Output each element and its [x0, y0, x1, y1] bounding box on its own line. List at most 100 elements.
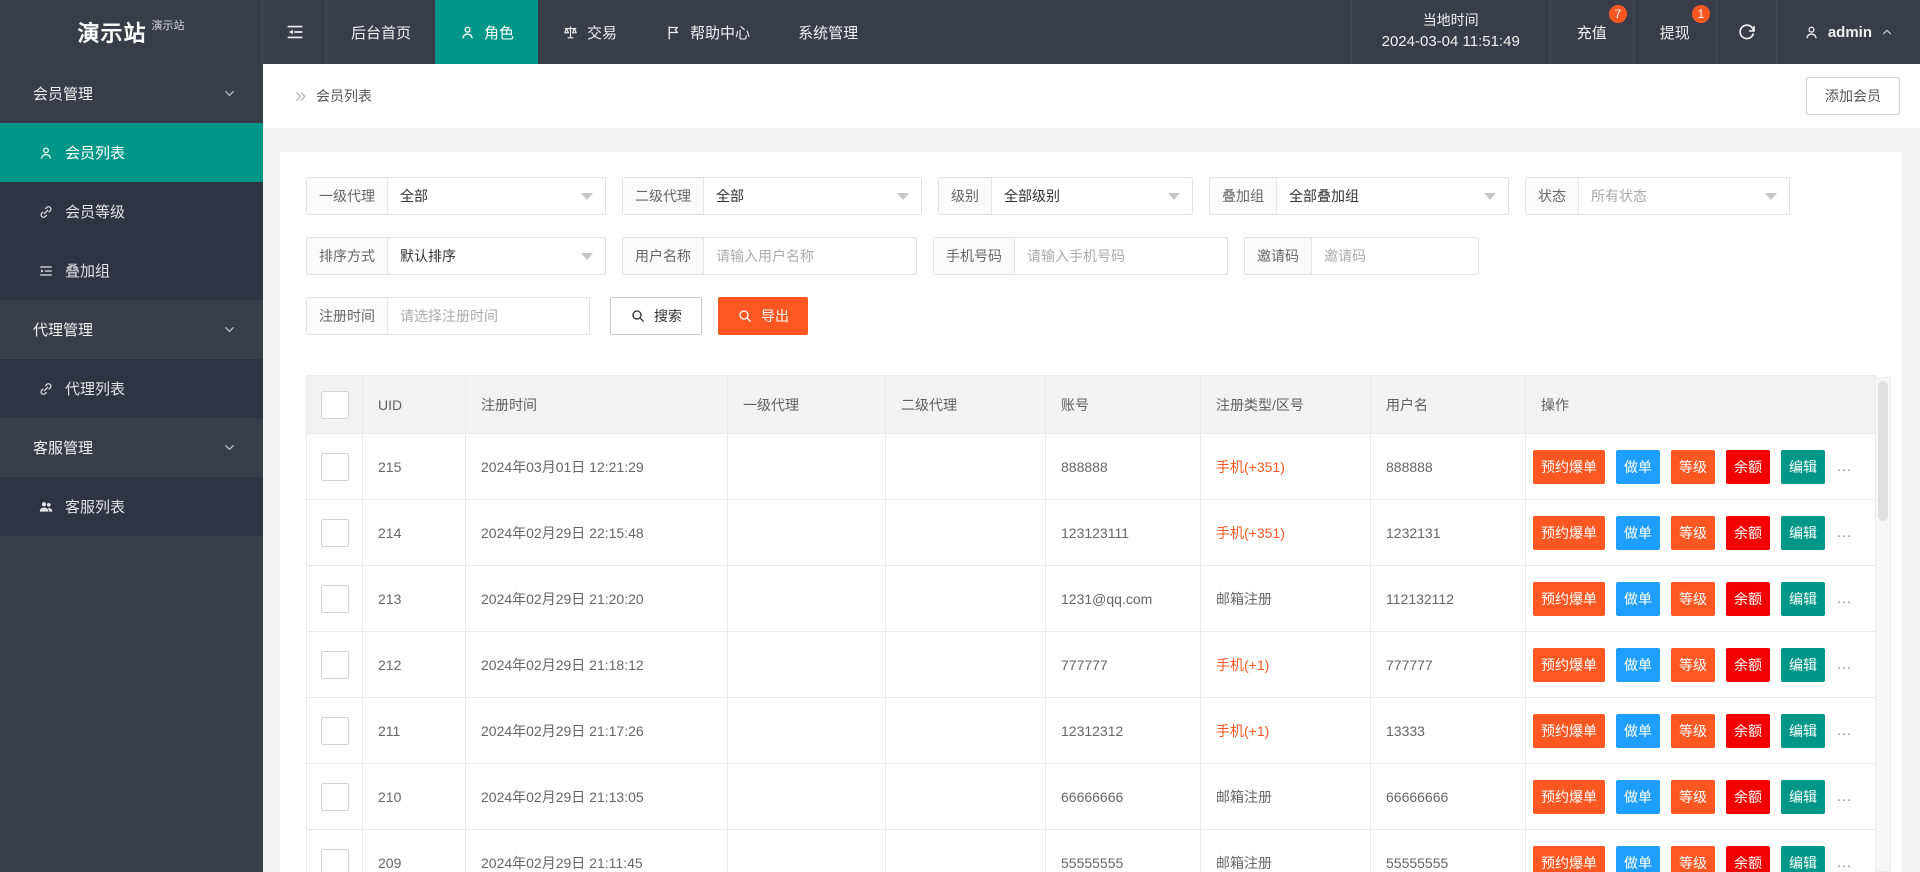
- row-action-balance-button[interactable]: 余额: [1726, 449, 1770, 484]
- sidebar-group-member[interactable]: 会员管理: [0, 64, 263, 123]
- row-action-edit-button[interactable]: 编辑: [1781, 779, 1825, 814]
- table-scrollbar[interactable]: [1875, 377, 1891, 872]
- row-actions-more[interactable]: …: [1836, 524, 1854, 541]
- row-action-edit-button[interactable]: 编辑: [1781, 515, 1825, 550]
- row-action-level-button[interactable]: 等级: [1671, 713, 1715, 748]
- row-action-edit-button[interactable]: 编辑: [1781, 845, 1825, 872]
- table-header-cell: 注册类型/区号: [1200, 375, 1371, 434]
- row-action-reserve-button[interactable]: 预约爆单: [1533, 647, 1605, 682]
- row-actions-more[interactable]: …: [1836, 590, 1854, 607]
- row-action-order-button[interactable]: 做单: [1616, 779, 1660, 814]
- chevron-down-icon: [581, 252, 593, 260]
- row-action-order-button[interactable]: 做单: [1616, 449, 1660, 484]
- table-cell: [306, 565, 363, 632]
- topnav-item-roles[interactable]: 角色: [435, 0, 539, 64]
- table-header-cell: UID: [362, 375, 466, 434]
- filter-label: 邀请码: [1245, 238, 1312, 274]
- topnav-item-system[interactable]: 系统管理: [774, 0, 882, 64]
- username-input[interactable]: [704, 238, 916, 274]
- level-select[interactable]: 全部级别: [992, 178, 1192, 214]
- row-action-order-button[interactable]: 做单: [1616, 647, 1660, 682]
- filter-group-agent1: 一级代理 全部: [306, 177, 606, 215]
- row-action-balance-button[interactable]: 余额: [1726, 515, 1770, 550]
- refresh-button[interactable]: [1715, 0, 1776, 64]
- phone-input[interactable]: [1015, 238, 1227, 274]
- refresh-icon: [1737, 23, 1756, 42]
- row-action-order-button[interactable]: 做单: [1616, 713, 1660, 748]
- row-action-edit-button[interactable]: 编辑: [1781, 647, 1825, 682]
- row-action-balance-button[interactable]: 余额: [1726, 713, 1770, 748]
- sidebar-item-label: 叠加组: [65, 263, 111, 280]
- search-button[interactable]: 搜索: [610, 297, 702, 335]
- table-header-cell: 二级代理: [885, 375, 1046, 434]
- table-cell-username: 777777: [1370, 631, 1526, 698]
- row-action-balance-button[interactable]: 余额: [1726, 647, 1770, 682]
- row-action-level-button[interactable]: 等级: [1671, 647, 1715, 682]
- row-actions-more[interactable]: …: [1836, 722, 1854, 739]
- recharge-menu[interactable]: 充值 7: [1549, 0, 1633, 64]
- row-action-reserve-button[interactable]: 预约爆单: [1533, 845, 1605, 872]
- sidebar-item-service-list[interactable]: 客服列表: [0, 477, 263, 536]
- agent1-select[interactable]: 全部: [388, 178, 605, 214]
- table-cell: [306, 499, 363, 566]
- filter-group-regtime: 注册时间: [306, 297, 590, 335]
- row-checkbox[interactable]: [320, 782, 349, 811]
- select-all-checkbox[interactable]: [320, 390, 349, 419]
- row-checkbox[interactable]: [320, 584, 349, 613]
- row-action-order-button[interactable]: 做单: [1616, 845, 1660, 872]
- row-action-order-button[interactable]: 做单: [1616, 581, 1660, 616]
- row-action-reserve-button[interactable]: 预约爆单: [1533, 515, 1605, 550]
- agent2-select[interactable]: 全部: [704, 178, 921, 214]
- table-cell-agent1: [727, 499, 886, 566]
- add-member-button[interactable]: 添加会员: [1806, 77, 1900, 115]
- row-action-level-button[interactable]: 等级: [1671, 449, 1715, 484]
- row-actions-more[interactable]: …: [1836, 854, 1854, 871]
- sidebar-item-member-level[interactable]: 会员等级: [0, 182, 263, 241]
- row-checkbox[interactable]: [320, 848, 349, 872]
- row-checkbox[interactable]: [320, 518, 349, 547]
- row-action-balance-button[interactable]: 余额: [1726, 779, 1770, 814]
- row-actions-more[interactable]: …: [1836, 458, 1854, 475]
- row-actions-more[interactable]: …: [1836, 656, 1854, 673]
- row-action-level-button[interactable]: 等级: [1671, 779, 1715, 814]
- overlay-select[interactable]: 全部叠加组: [1277, 178, 1508, 214]
- table-header-cell: [306, 375, 363, 434]
- row-action-reserve-button[interactable]: 预约爆单: [1533, 713, 1605, 748]
- export-button[interactable]: 导出: [718, 297, 808, 335]
- row-actions-more[interactable]: …: [1836, 788, 1854, 805]
- row-action-edit-button[interactable]: 编辑: [1781, 449, 1825, 484]
- sidebar-item-agent-list[interactable]: 代理列表: [0, 359, 263, 418]
- row-action-balance-button[interactable]: 余额: [1726, 845, 1770, 872]
- row-action-level-button[interactable]: 等级: [1671, 581, 1715, 616]
- sort-select[interactable]: 默认排序: [388, 238, 605, 274]
- table-row: 209 2024年02月29日 21:11:45 55555555 邮箱注册 55555…: [306, 829, 1876, 872]
- topnav-item-trade[interactable]: 交易: [538, 0, 641, 64]
- row-action-reserve-button[interactable]: 预约爆单: [1533, 449, 1605, 484]
- withdraw-menu[interactable]: 提现 1: [1632, 0, 1716, 64]
- topnav-item-home[interactable]: 后台首页: [327, 0, 435, 64]
- row-action-edit-button[interactable]: 编辑: [1781, 713, 1825, 748]
- regtime-input[interactable]: [388, 298, 589, 334]
- row-action-reserve-button[interactable]: 预约爆单: [1533, 581, 1605, 616]
- invite-input[interactable]: [1312, 238, 1478, 274]
- table-cell-agent2: [885, 697, 1046, 764]
- page-frame: 会员管理 会员列表 会员等级 叠加组 代理管理 代理列表 客服管理 客服列表 会员列表 添加会…: [0, 64, 1920, 872]
- row-action-level-button[interactable]: 等级: [1671, 845, 1715, 872]
- user-menu[interactable]: admin: [1775, 0, 1920, 64]
- collapse-sidebar-button[interactable]: [263, 0, 327, 64]
- table-scrollbar-thumb[interactable]: [1878, 381, 1888, 521]
- row-checkbox[interactable]: [320, 716, 349, 745]
- topnav-item-help[interactable]: 帮助中心: [641, 0, 774, 64]
- status-select[interactable]: 所有状态: [1579, 178, 1789, 214]
- sidebar-group-service[interactable]: 客服管理: [0, 418, 263, 477]
- row-action-reserve-button[interactable]: 预约爆单: [1533, 779, 1605, 814]
- row-checkbox[interactable]: [320, 650, 349, 679]
- sidebar-group-agent[interactable]: 代理管理: [0, 300, 263, 359]
- row-action-balance-button[interactable]: 余额: [1726, 581, 1770, 616]
- row-checkbox[interactable]: [320, 452, 349, 481]
- sidebar-item-overlay-group[interactable]: 叠加组: [0, 241, 263, 300]
- sidebar-item-member-list[interactable]: 会员列表: [0, 123, 263, 182]
- row-action-order-button[interactable]: 做单: [1616, 515, 1660, 550]
- row-action-level-button[interactable]: 等级: [1671, 515, 1715, 550]
- row-action-edit-button[interactable]: 编辑: [1781, 581, 1825, 616]
